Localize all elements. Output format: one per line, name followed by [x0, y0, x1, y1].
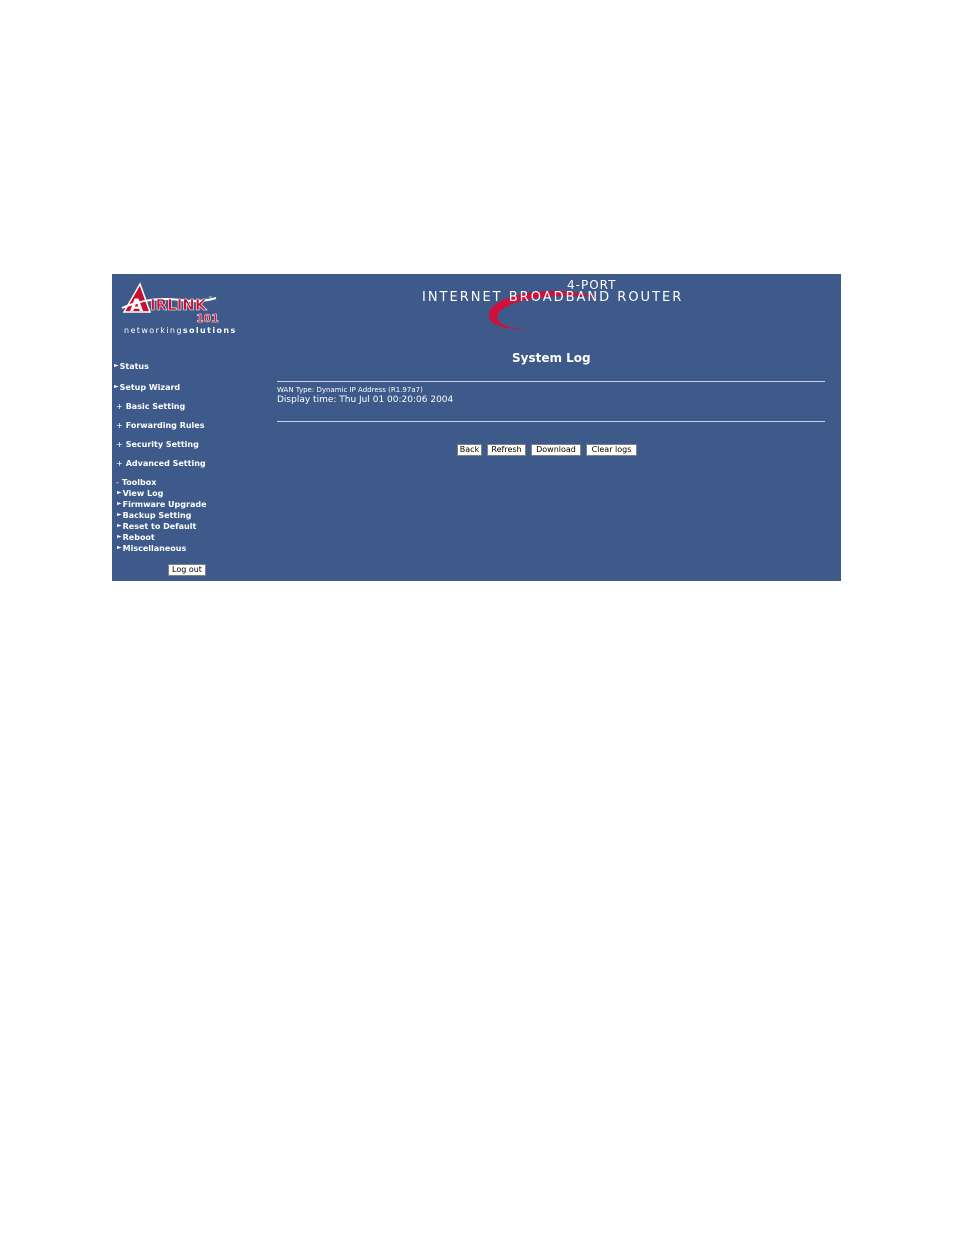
arrow-right-icon: ► [117, 544, 122, 551]
banner-product-name: INTERNET BROADBAND ROUTER [422, 290, 684, 305]
display-time-text: Display time: Thu Jul 01 00:20:06 2004 [277, 395, 454, 405]
logout-button[interactable]: Log out [168, 564, 206, 576]
toolbox-item-miscellaneous[interactable]: ►Miscellaneous [117, 544, 186, 553]
toolbox-item-label: Reboot [122, 533, 155, 542]
sidebar-item-label: Advanced Setting [125, 459, 206, 468]
refresh-button[interactable]: Refresh [487, 444, 526, 456]
red-swoosh-graphic [488, 290, 600, 329]
expand-plus-icon: + [116, 459, 123, 468]
sidebar-item-setup-wizard[interactable]: ►Setup Wizard [114, 383, 180, 392]
airlink-logo: A IRLINK ™ 101 networkingsolutions [120, 278, 240, 340]
clear-logs-button[interactable]: Clear logs [586, 444, 637, 456]
expand-plus-icon: + [116, 440, 123, 449]
toolbox-item-firmware-upgrade[interactable]: ►Firmware Upgrade [117, 500, 207, 509]
arrow-right-icon: ► [117, 533, 122, 540]
wan-type-text: WAN Type: Dynamic IP Address (R1.97a7) [277, 386, 423, 394]
tagline-solutions: solutions [182, 326, 237, 335]
back-button[interactable]: Back [457, 444, 482, 456]
sidebar-item-label: Toolbox [121, 478, 157, 487]
arrow-right-icon: ► [114, 362, 119, 369]
sidebar-item-status[interactable]: ►Status [114, 362, 149, 371]
sidebar-item-toolbox[interactable]: - Toolbox [116, 478, 156, 487]
airlink-logo-graphic: A IRLINK ™ 101 [121, 282, 219, 325]
download-button[interactable]: Download [531, 444, 581, 456]
sidebar-item-label: Setup Wizard [119, 383, 181, 392]
sidebar-item-label: Status [119, 362, 149, 371]
toolbox-item-backup-setting[interactable]: ►Backup Setting [117, 511, 191, 520]
toolbox-item-reboot[interactable]: ►Reboot [117, 533, 155, 542]
router-admin-panel: A IRLINK ™ 101 networkingsolutions 4-POR… [112, 274, 841, 581]
expand-plus-icon: + [116, 402, 123, 411]
toolbox-item-label: View Log [122, 489, 164, 498]
logo-trademark: ™ [208, 296, 213, 302]
sidebar-item-basic-setting[interactable]: + Basic Setting [116, 402, 185, 411]
arrow-right-icon: ► [117, 489, 122, 496]
product-banner: 4-PORT INTERNET BROADBAND ROUTER [412, 274, 692, 338]
tagline-networking: networking [124, 326, 183, 335]
arrow-right-icon: ► [114, 383, 119, 390]
toolbox-item-reset-to-default[interactable]: ►Reset to Default [117, 522, 196, 531]
page-title: System Log [512, 351, 591, 365]
toolbox-item-label: Firmware Upgrade [122, 500, 207, 509]
sidebar-item-label: Forwarding Rules [125, 421, 205, 430]
logo-tagline: networkingsolutions [124, 326, 237, 335]
sidebar-item-advanced-setting[interactable]: + Advanced Setting [116, 459, 206, 468]
toolbox-item-label: Reset to Default [122, 522, 197, 531]
divider-top [277, 381, 825, 382]
logo-number: 101 [196, 312, 219, 325]
collapse-minus-icon: - [116, 478, 119, 487]
sidebar-item-label: Security Setting [125, 440, 199, 449]
arrow-right-icon: ► [117, 522, 122, 529]
expand-plus-icon: + [116, 421, 123, 430]
sidebar-item-security-setting[interactable]: + Security Setting [116, 440, 199, 449]
toolbox-item-view-log[interactable]: ►View Log [117, 489, 163, 498]
divider-bottom [277, 421, 825, 422]
sidebar-item-forwarding-rules[interactable]: + Forwarding Rules [116, 421, 204, 430]
sidebar-item-label: Basic Setting [125, 402, 186, 411]
arrow-right-icon: ► [117, 500, 122, 507]
arrow-right-icon: ► [117, 511, 122, 518]
toolbox-item-label: Miscellaneous [122, 544, 187, 553]
toolbox-item-label: Backup Setting [122, 511, 192, 520]
logo-letter-a: A [130, 296, 144, 316]
